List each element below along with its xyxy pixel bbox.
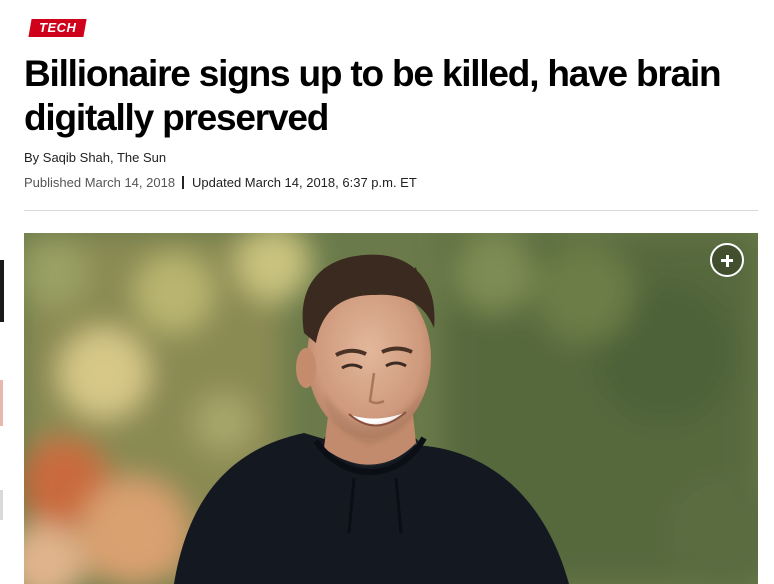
sidebar-fragment	[0, 380, 3, 426]
updated-date: Updated March 14, 2018, 6:37 p.m. ET	[192, 175, 417, 190]
article-byline: By Saqib Shah, The Sun	[24, 150, 167, 165]
left-sidebar-fragment	[0, 230, 4, 584]
sidebar-fragment	[0, 260, 4, 322]
date-separator	[182, 176, 185, 189]
expand-photo-button[interactable]	[710, 243, 744, 277]
photo-illustration	[24, 233, 758, 584]
published-date: Published March 14, 2018	[24, 175, 176, 190]
article-hero-photo[interactable]	[24, 233, 758, 584]
section-tag[interactable]: TECH	[28, 19, 87, 37]
article-page: TECH Billionaire signs up to be killed, …	[0, 0, 774, 584]
section-tag-label: TECH	[39, 20, 77, 35]
sidebar-fragment	[0, 490, 3, 520]
article-headline: Billionaire signs up to be killed, have …	[24, 53, 722, 138]
header-divider	[24, 210, 758, 211]
article-dates: Published March 14, 2018 Updated March 14…	[24, 175, 417, 190]
